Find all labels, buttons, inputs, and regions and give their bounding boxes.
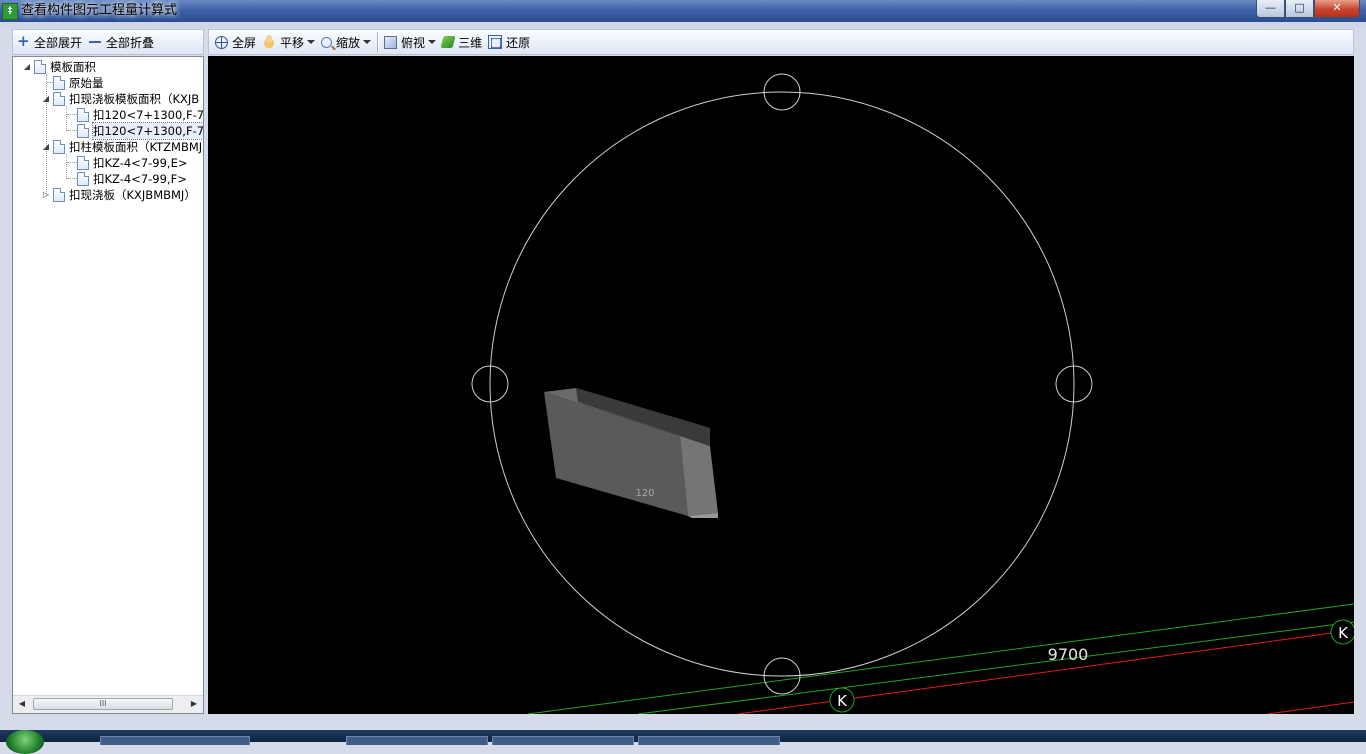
model-viewport[interactable]: 120 9700 K K [208, 56, 1354, 714]
document-icon [53, 140, 65, 154]
expand-all-button[interactable]: 全部展开 [13, 31, 85, 53]
fullscreen-button[interactable]: 全屏 [212, 31, 259, 53]
document-icon [77, 172, 89, 186]
slab-element-3d[interactable]: 120 [544, 388, 718, 518]
viewport-canvas[interactable]: 120 9700 K K [208, 56, 1354, 714]
app-icon: ‡ [2, 3, 18, 20]
hand-icon [262, 35, 277, 49]
expand-all-label: 全部展开 [34, 35, 83, 50]
window-controls: — □ ✕ [1256, 0, 1360, 18]
tree-node-label: 原始量 [69, 76, 104, 90]
tree-node-label: 扣KZ-4<7-99,E> [93, 156, 188, 170]
three-d-button[interactable]: 三维 [439, 31, 485, 53]
tree-node-deduct-kz4-e[interactable]: 扣KZ-4<7-99,E> [77, 155, 187, 171]
tree-connector [67, 178, 77, 179]
taskbar-item[interactable] [638, 736, 780, 745]
document-icon [77, 156, 89, 170]
tree-node-label: 扣120<7+1300,F-74> [93, 108, 204, 122]
slab-label: 120 [635, 488, 654, 499]
collapse-all-button[interactable]: 全部折叠 [85, 31, 157, 53]
tree-connector [66, 106, 67, 131]
three-d-icon [440, 36, 456, 48]
expand-triangle-icon[interactable]: ▷ [42, 191, 50, 199]
tree-node-deduct-120-a[interactable]: 扣120<7+1300,F-74> [77, 107, 204, 123]
minimize-button[interactable]: — [1256, 0, 1285, 18]
collapse-all-label: 全部折叠 [106, 35, 155, 50]
tree-connector [67, 114, 77, 115]
taskbar-item[interactable] [100, 736, 250, 745]
plus-icon [16, 32, 30, 50]
tree-toolbar: 全部展开 全部折叠 [12, 29, 204, 55]
pan-button[interactable]: 平移 [259, 31, 318, 53]
document-icon [34, 60, 46, 74]
orbit-ring[interactable] [489, 91, 1075, 677]
pan-label: 平移 [280, 35, 305, 50]
tree-connector [67, 162, 77, 163]
fullscreen-label: 全屏 [232, 35, 257, 50]
taskbar-item[interactable] [346, 736, 488, 745]
axis-label: K [837, 692, 848, 710]
tree-node-deduct-column-formwork[interactable]: ◢ 扣柱模板面积（KTZMBMJ） [42, 139, 204, 155]
zoom-label: 缩放 [336, 35, 361, 50]
scroll-left-icon[interactable]: ◀ [16, 698, 28, 710]
document-icon [77, 108, 89, 122]
start-button-icon[interactable] [6, 730, 44, 754]
window-title: 查看构件图元工程量计算式 [21, 3, 178, 18]
tree-node-label: 扣柱模板面积（KTZMBMJ） [69, 140, 204, 154]
calculation-tree: ◢ 模板面积 原始量 ◢ 扣现浇板模板面积（KXJB 扣120<7+1300,F… [12, 56, 204, 714]
chevron-down-icon [307, 40, 316, 44]
taskbar-item[interactable] [492, 736, 634, 745]
toolbar-separator [377, 32, 379, 52]
tree-node-deduct-120-b[interactable]: 扣120<7+1300,F-74> [77, 122, 203, 140]
restore-icon [488, 35, 503, 49]
three-d-label: 三维 [458, 35, 483, 50]
restore-label: 还原 [506, 35, 531, 50]
chevron-down-icon [428, 40, 437, 44]
tree-node-original-quantity[interactable]: 原始量 [53, 75, 104, 91]
grid-axis-line [1267, 701, 1354, 714]
grid-axis-line [637, 621, 1354, 714]
view-direction-button[interactable]: 俯视 [381, 31, 439, 53]
maximize-button[interactable]: □ [1285, 0, 1314, 18]
tree-node-deduct-slab[interactable]: ▷ 扣现浇板（KXJBMBMJ） [42, 187, 196, 203]
cube-view-icon [384, 35, 398, 49]
collapse-triangle-icon[interactable]: ◢ [23, 63, 31, 71]
document-icon [53, 188, 65, 202]
tree-node-label: 扣KZ-4<7-99,F> [93, 172, 187, 186]
axis-bubble-right: K [1330, 619, 1354, 645]
document-icon [53, 92, 65, 106]
tree-node-deduct-kz4-f[interactable]: 扣KZ-4<7-99,F> [77, 171, 187, 187]
grid-axis-line [527, 603, 1354, 714]
axis-bubble-bottom: K [829, 687, 855, 713]
dimension-label: 9700 [1048, 645, 1089, 664]
collapse-triangle-icon[interactable]: ◢ [42, 143, 50, 151]
tree-node-label: 模板面积 [50, 60, 96, 74]
tree-node-label: 扣现浇板模板面积（KXJB [69, 92, 200, 106]
fullscreen-icon [215, 35, 228, 49]
tree-connector [67, 130, 77, 131]
scrollbar-thumb[interactable]: III [33, 698, 173, 710]
window-frame [0, 22, 1366, 28]
chevron-down-icon [363, 40, 372, 44]
tree-node-deduct-slab-formwork[interactable]: ◢ 扣现浇板模板面积（KXJB [42, 91, 199, 107]
restore-button[interactable]: 还原 [485, 31, 533, 53]
zoom-button[interactable]: 缩放 [318, 31, 374, 53]
tree-connector [66, 154, 67, 179]
title-bar: ‡ 查看构件图元工程量计算式 — □ ✕ [0, 0, 1366, 22]
tree-node-formwork-area[interactable]: ◢ 模板面积 [23, 59, 96, 75]
tree-node-label: 扣现浇板（KXJBMBMJ） [69, 188, 196, 202]
view-direction-label: 俯视 [401, 35, 426, 50]
close-button[interactable]: ✕ [1314, 0, 1360, 18]
magnifier-icon [321, 36, 333, 48]
window-frame-right [1354, 56, 1366, 714]
axis-label: K [1338, 624, 1349, 642]
document-icon [77, 124, 89, 138]
horizontal-scrollbar[interactable]: ◀ III ▶ [13, 695, 203, 713]
view-toolbar: 全屏 平移 缩放 俯视 三维 还原 [208, 29, 1354, 55]
scroll-right-icon[interactable]: ▶ [188, 698, 200, 710]
collapse-triangle-icon[interactable]: ◢ [42, 95, 50, 103]
minus-icon [88, 35, 102, 49]
document-icon [53, 76, 65, 90]
tree-node-label: 扣120<7+1300,F-74> [92, 122, 203, 140]
